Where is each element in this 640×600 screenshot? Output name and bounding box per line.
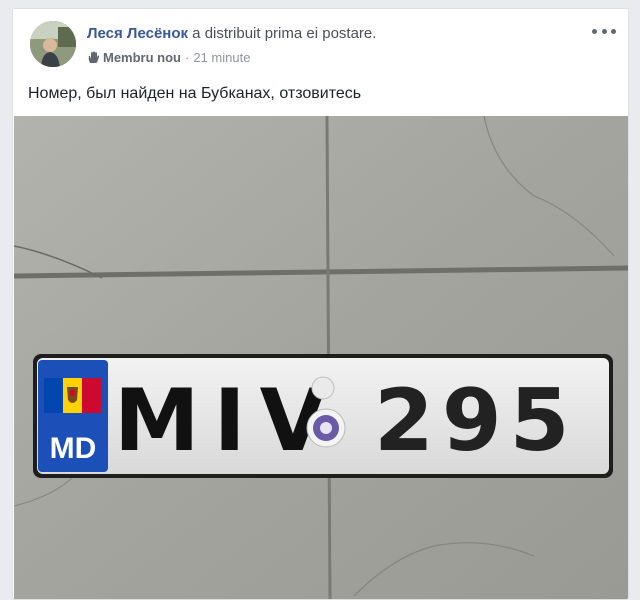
post-text: Номер, был найден на Бубканах, отзовитес… [28, 85, 362, 102]
more-options-icon[interactable] [592, 23, 616, 39]
waving-hand-icon [87, 51, 100, 64]
meta-separator: · [185, 50, 190, 65]
post-header: Леся Лесёнок a distribuit prima ei posta… [13, 9, 628, 109]
license-plate: MD MIV 295 [33, 354, 613, 478]
post-card: Леся Лесёнок a distribuit prima ei posta… [12, 8, 629, 600]
plate-country-code: MD [50, 432, 97, 465]
post-meta: Membru nou · 21 minute [87, 50, 250, 65]
post-title-line: Леся Лесёнок a distribuit prima ei posta… [87, 25, 376, 42]
post-timestamp[interactable]: 21 minute [193, 50, 250, 65]
plate-letters: MIV [114, 371, 340, 471]
avatar[interactable] [30, 21, 76, 67]
post-action-text: a distribuit prima ei postare. [188, 25, 377, 42]
post-photo[interactable]: MD MIV 295 [14, 116, 628, 599]
plate-digits: 295 [374, 371, 578, 471]
author-name[interactable]: Леся Лесёнок [87, 25, 188, 42]
member-badge[interactable]: Membru nou [103, 50, 181, 65]
